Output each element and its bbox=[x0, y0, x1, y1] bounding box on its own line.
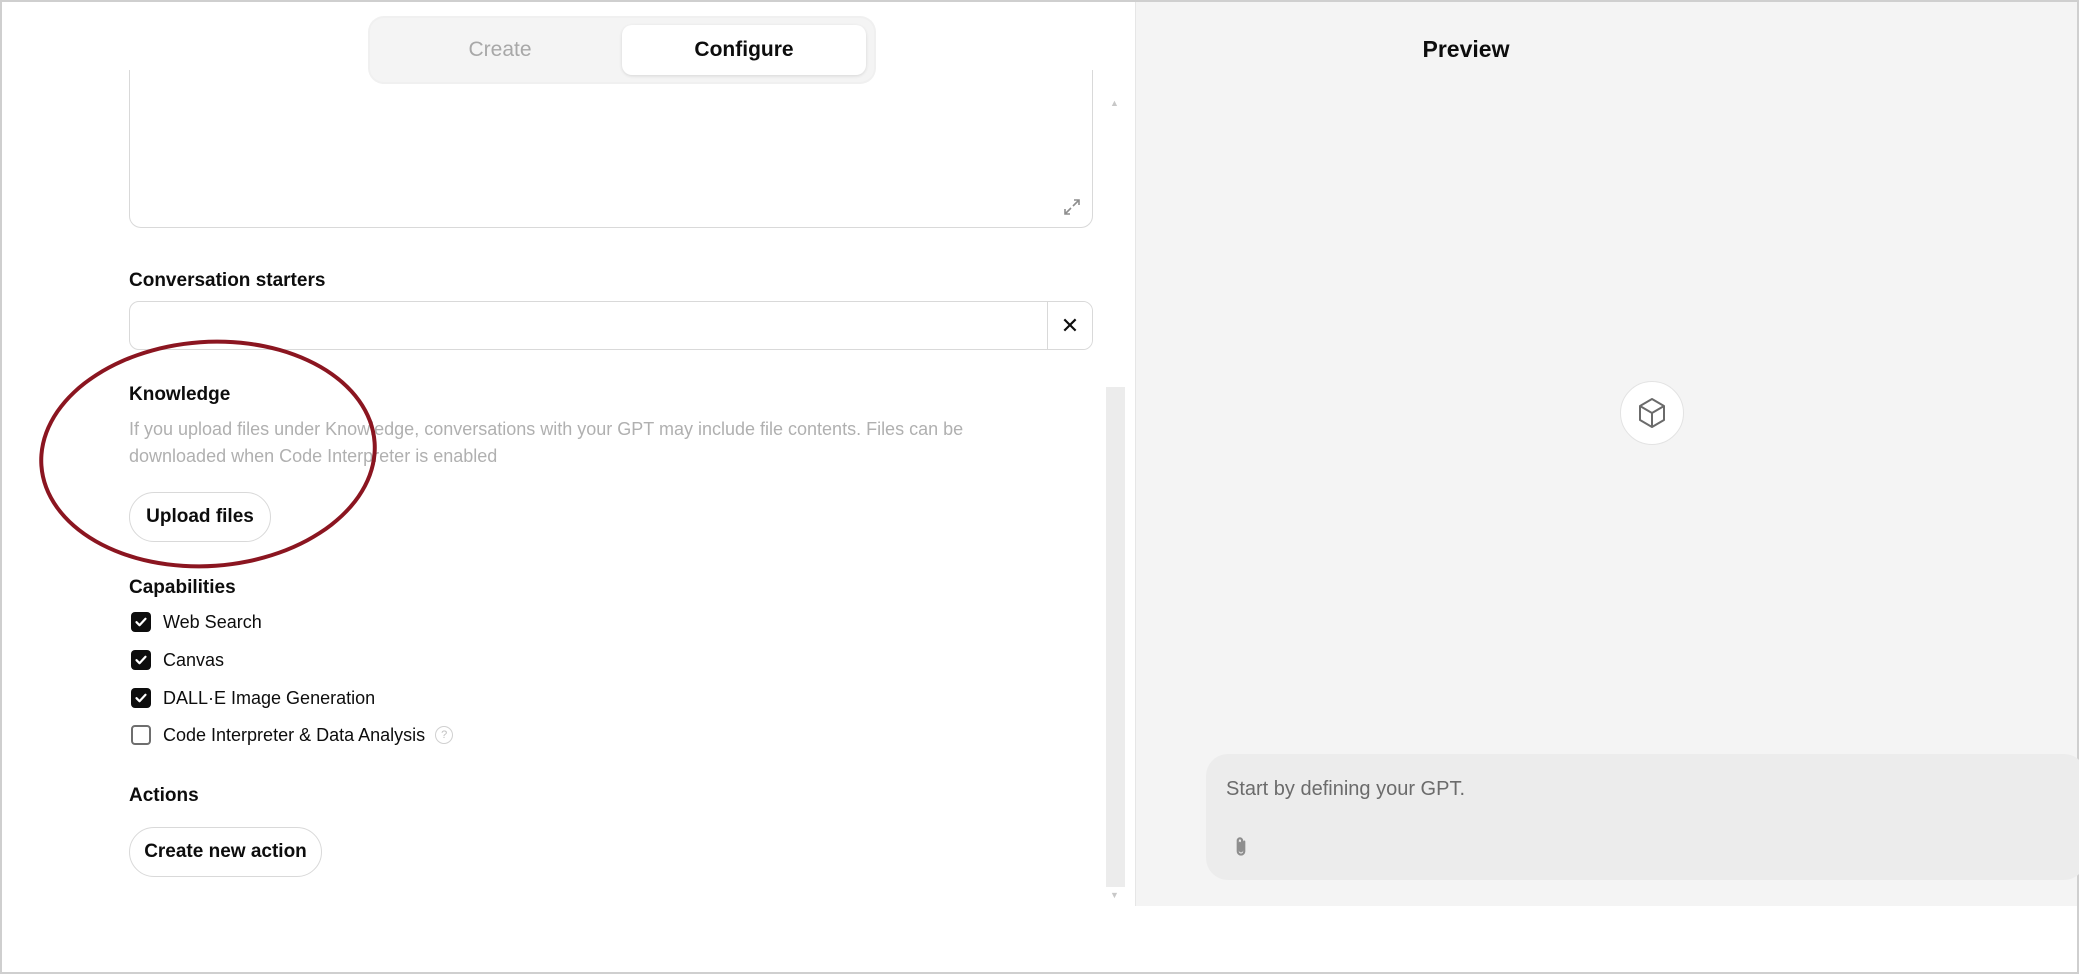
scroll-up-arrow[interactable]: ▲ bbox=[1110, 98, 1119, 108]
composer-input[interactable] bbox=[1226, 774, 2026, 804]
conversation-starter-field: ✕ bbox=[129, 301, 1093, 350]
capabilities-label: Capabilities bbox=[129, 577, 236, 598]
close-icon[interactable]: ✕ bbox=[1047, 302, 1092, 349]
checkbox-checked[interactable] bbox=[131, 650, 151, 670]
tab-configure[interactable]: Configure bbox=[622, 25, 866, 75]
conversation-starter-input[interactable] bbox=[130, 302, 1048, 349]
paperclip-icon[interactable] bbox=[1228, 834, 1254, 860]
tab-create[interactable]: Create bbox=[380, 25, 620, 75]
preview-panel: Preview bbox=[1135, 2, 2079, 906]
upload-files-button[interactable]: Upload files bbox=[129, 492, 271, 542]
checkbox-checked[interactable] bbox=[131, 612, 151, 632]
cube-icon bbox=[1639, 398, 1665, 428]
capability-label: Code Interpreter & Data Analysis bbox=[163, 724, 426, 745]
info-icon[interactable]: ? bbox=[435, 726, 454, 744]
expand-icon[interactable] bbox=[1062, 197, 1082, 217]
knowledge-label: Knowledge bbox=[129, 384, 231, 405]
configure-panel: Create Configure ▲ Conversation starters… bbox=[2, 2, 1135, 906]
knowledge-description: If you upload files under Knowledge, con… bbox=[129, 419, 964, 466]
message-composer bbox=[1206, 754, 2079, 880]
capability-web-search[interactable]: Web Search bbox=[131, 609, 262, 635]
capability-canvas[interactable]: Canvas bbox=[131, 647, 224, 673]
capability-label: Canvas bbox=[163, 649, 225, 670]
create-new-action-button[interactable]: Create new action bbox=[129, 827, 322, 877]
checkmark-icon bbox=[135, 655, 147, 665]
checkmark-icon bbox=[135, 693, 147, 703]
scrollbar[interactable] bbox=[1106, 387, 1125, 887]
scroll-down-arrow[interactable]: ▼ bbox=[1110, 890, 1119, 900]
checkbox-checked[interactable] bbox=[131, 688, 151, 708]
instructions-textarea[interactable] bbox=[129, 70, 1093, 228]
capability-label: Web Search bbox=[163, 611, 262, 632]
capability-code-interpreter[interactable]: Code Interpreter & Data Analysis ? bbox=[131, 722, 454, 748]
conversation-starters-label: Conversation starters bbox=[129, 270, 326, 291]
capability-label: DALL·E Image Generation bbox=[163, 687, 376, 708]
capability-dalle[interactable]: DALL·E Image Generation bbox=[131, 685, 375, 711]
checkbox-unchecked[interactable] bbox=[131, 725, 151, 745]
gpt-avatar bbox=[1620, 381, 1684, 445]
actions-label: Actions bbox=[129, 785, 199, 806]
checkmark-icon bbox=[135, 617, 147, 627]
preview-title: Preview bbox=[1422, 36, 1510, 62]
